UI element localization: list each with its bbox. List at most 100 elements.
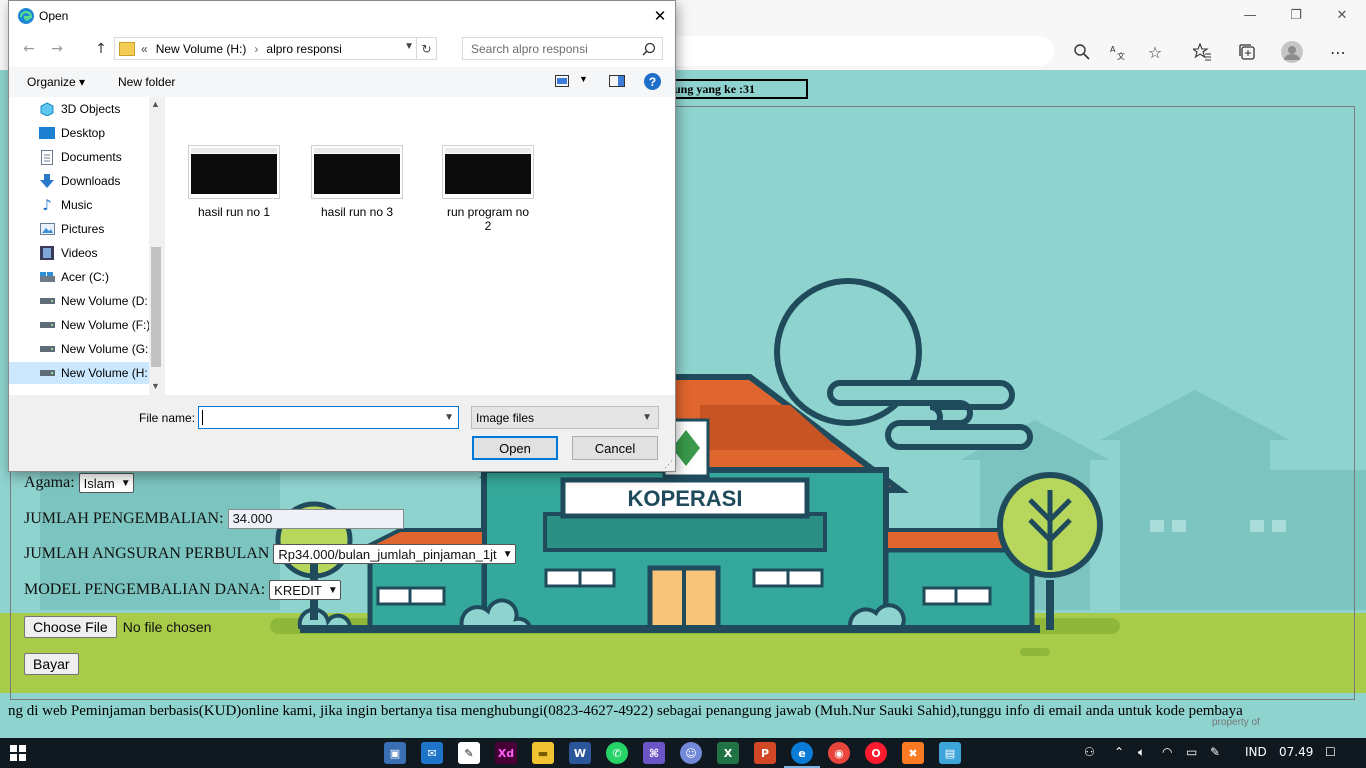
sidebar-item-desktop[interactable]: Desktop	[9, 122, 149, 144]
sidebar-item-drive-g[interactable]: New Volume (G:	[9, 338, 149, 360]
dialog-close-button[interactable]: ✕	[647, 4, 673, 28]
chevron-down-icon[interactable]: ▼	[404, 41, 414, 52]
back-button[interactable]: ←	[19, 39, 39, 59]
file-explorer-icon[interactable]: ▬	[532, 742, 554, 764]
chevron-up-icon[interactable]: ⌃	[1114, 745, 1124, 759]
sidebar-item-label: 3D Objects	[61, 102, 121, 116]
favorite-star-icon[interactable]: ☆	[1143, 40, 1167, 64]
image-thumbnail	[311, 145, 403, 199]
volume-icon[interactable]: 🔈︎	[1138, 745, 1145, 760]
wifi-icon[interactable]: ◠	[1162, 745, 1172, 759]
image-thumbnail	[442, 145, 534, 199]
battery-icon[interactable]: ▭	[1186, 745, 1197, 759]
breadcrumb-segment[interactable]: New Volume (H:)	[156, 42, 247, 56]
sidebar-item-drive-d[interactable]: New Volume (D:	[9, 290, 149, 312]
angsuran-select[interactable]: Rp34.000/bulan_jumlah_pinjaman_1jt ▼	[273, 544, 516, 564]
sidebar-item-label: Desktop	[61, 126, 106, 140]
address-bar[interactable]	[676, 36, 1054, 66]
discord-icon[interactable]: ☺	[680, 742, 702, 764]
notification-icon[interactable]: ☐	[1325, 745, 1336, 759]
view-options-icon[interactable]	[555, 75, 569, 90]
folder-icon	[119, 41, 135, 56]
chevron-down-icon[interactable]: ▼	[151, 381, 160, 391]
scrollbar-thumb[interactable]	[151, 247, 161, 367]
chevron-down-icon[interactable]: ▼	[444, 412, 454, 423]
sidebar-item-label: New Volume (D:	[61, 294, 148, 308]
refresh-icon[interactable]: ↻	[416, 38, 436, 59]
people-icon[interactable]: ⚇	[1084, 745, 1095, 759]
sidebar-item-drive-h[interactable]: New Volume (H:	[9, 362, 149, 384]
up-button[interactable]: ↑	[91, 39, 111, 59]
sidebar-item-drive-c[interactable]: Acer (C:)	[9, 266, 149, 288]
forward-button[interactable]: →	[47, 39, 67, 59]
pen-icon[interactable]: ✎	[1210, 745, 1220, 759]
windows-start-icon[interactable]	[7, 742, 29, 764]
more-icon[interactable]: ⋯	[1326, 40, 1350, 64]
zoom-icon[interactable]	[1070, 40, 1094, 64]
mail-icon[interactable]: ✉	[421, 742, 443, 764]
sidebar-item-videos[interactable]: Videos	[9, 242, 149, 264]
file-name-input[interactable]: ▼	[198, 406, 459, 429]
new-folder-button[interactable]: New folder	[118, 75, 175, 89]
sidebar-item-music[interactable]: ♪ Music	[9, 194, 149, 216]
app-icon[interactable]: ▤	[939, 742, 961, 764]
chrome-icon[interactable]: ◉	[828, 742, 850, 764]
preview-pane-icon[interactable]	[609, 75, 625, 90]
drive-c-icon	[39, 269, 55, 285]
breadcrumb-overflow[interactable]: «	[141, 42, 148, 56]
sidebar-item-pictures[interactable]: Pictures	[9, 218, 149, 240]
opera-icon[interactable]: O	[865, 742, 887, 764]
open-button[interactable]: Open	[472, 436, 558, 460]
path-breadcrumb[interactable]: « New Volume (H:) › alpro responsi ▼ ↻	[114, 37, 437, 60]
collections-icon[interactable]	[1235, 40, 1259, 64]
model-select[interactable]: KREDIT ▼	[269, 580, 341, 600]
cancel-button[interactable]: Cancel	[572, 436, 658, 460]
restore-button[interactable]: ❐	[1273, 0, 1319, 30]
open-file-dialog: Open ✕ ← → ↑ « New Volume (H:) › alpro r…	[8, 0, 676, 472]
word-icon[interactable]: W	[569, 742, 591, 764]
angsuran-value: Rp34.000/bulan_jumlah_pinjaman_1jt	[278, 546, 497, 562]
powerpoint-icon[interactable]: P	[754, 742, 776, 764]
file-type-select[interactable]: Image files ▼	[471, 406, 659, 429]
favorites-list-icon[interactable]	[1190, 40, 1214, 64]
sidebar-item-drive-f[interactable]: New Volume (F:)	[9, 314, 149, 336]
store-icon[interactable]: ▣	[384, 742, 406, 764]
sidebar-item-documents[interactable]: Documents	[9, 146, 149, 168]
minimize-button[interactable]: —	[1227, 0, 1273, 30]
file-item[interactable]: hasil run no 3	[307, 145, 407, 219]
language-indicator[interactable]: IND	[1245, 745, 1267, 759]
visual-studio-icon[interactable]: ⌘	[643, 742, 665, 764]
resize-grip-icon[interactable]: ⋰	[664, 459, 673, 470]
file-item[interactable]: run program no 2	[430, 145, 546, 233]
edge-icon[interactable]: e	[791, 742, 813, 764]
sidebar-item-downloads[interactable]: Downloads	[9, 170, 149, 192]
pay-button[interactable]: Bayar	[24, 653, 79, 675]
dialog-titlebar: Open ✕	[9, 1, 675, 31]
sidebar-item-3d-objects[interactable]: 3D Objects	[9, 98, 149, 120]
excel-icon[interactable]: X	[717, 742, 739, 764]
file-name: hasil run no 1	[197, 205, 271, 219]
file-item[interactable]: hasil run no 1	[184, 145, 284, 219]
help-icon[interactable]: ?	[644, 73, 661, 90]
organize-menu[interactable]: Organize ▾	[27, 75, 85, 89]
translate-icon[interactable]: A文	[1106, 40, 1130, 64]
profile-icon[interactable]	[1280, 40, 1304, 64]
pay-row: Bayar	[24, 653, 79, 675]
chevron-up-icon[interactable]: ▲	[151, 99, 160, 109]
sidebar-item-label: Videos	[61, 246, 98, 260]
pengembalian-input[interactable]: 34.000	[227, 509, 404, 529]
breadcrumb-segment[interactable]: alpro responsi	[266, 42, 341, 56]
adobe-xd-icon[interactable]: Xd	[495, 742, 517, 764]
sidebar-scrollbar[interactable]: ▲ ▼	[149, 97, 163, 395]
pen-app-icon[interactable]: ✎	[458, 742, 480, 764]
clock[interactable]: 07.49	[1279, 745, 1313, 759]
chevron-down-icon[interactable]: ▼	[579, 74, 588, 84]
choose-file-button[interactable]: Choose File	[24, 616, 117, 638]
agama-select[interactable]: Islam ▼	[78, 473, 134, 493]
search-input[interactable]: Search alpro responsi	[462, 37, 663, 60]
xampp-icon[interactable]: ✖	[902, 742, 924, 764]
window-close-button[interactable]: ✕	[1319, 0, 1365, 30]
drive-icon	[39, 341, 55, 357]
whatsapp-icon[interactable]: ✆	[606, 742, 628, 764]
documents-icon	[39, 149, 55, 165]
